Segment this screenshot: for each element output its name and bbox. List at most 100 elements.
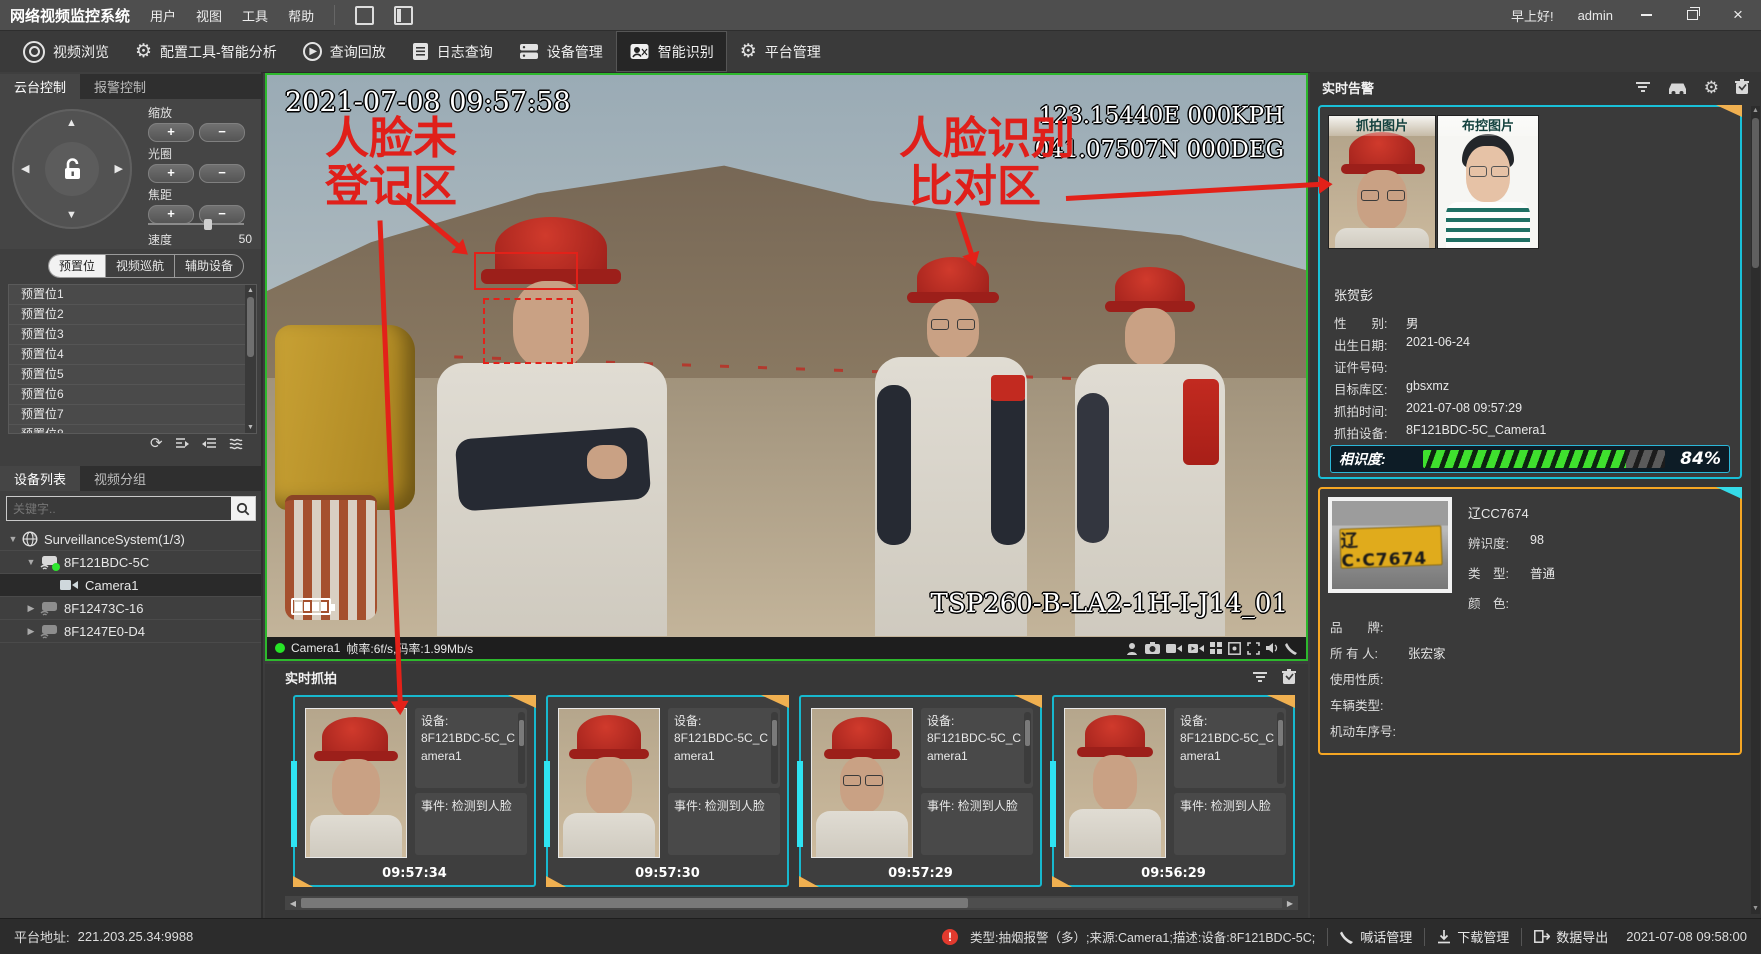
scroll-down-icon[interactable]: ▼ [245, 422, 256, 433]
collapse-icon[interactable]: ▼ [6, 534, 20, 544]
close-button[interactable]: × [1725, 5, 1751, 25]
ptz-left-icon[interactable]: ◀ [21, 162, 29, 175]
snapshot-card[interactable]: 设备: 8F121BDC-5C_Camera1 事件: 检测到人脸 09:57:… [799, 695, 1042, 887]
field-value: 2021-06-24 [1406, 335, 1470, 354]
nav-video-browse[interactable]: 视频浏览 [10, 31, 122, 72]
menu-tools[interactable]: 工具 [242, 6, 268, 25]
preset-item[interactable]: 预置位4 [9, 345, 256, 365]
data-export-button[interactable]: 数据导出 [1534, 927, 1608, 946]
nav-smart-recognition[interactable]: 智能识别 [616, 31, 727, 72]
search-icon[interactable] [231, 497, 255, 520]
clear-alerts-icon[interactable] [1735, 79, 1749, 95]
digital-zoom-icon[interactable] [1228, 642, 1241, 655]
tree-node-device-offline[interactable]: ▶ 8F12473C-16 [0, 597, 261, 620]
tab-ptz-control[interactable]: 云台控制 [0, 74, 80, 99]
preset-scrollbar[interactable]: ▲ ▼ [245, 285, 256, 433]
snapshot-card[interactable]: 设备: 8F121BDC-5C_Camera1 事件: 检测到人脸 09:56:… [1052, 695, 1295, 887]
info-scrollbar[interactable] [1277, 712, 1284, 784]
nav-device-manage[interactable]: 设备管理 [506, 31, 616, 72]
ptz-down-icon[interactable]: ▼ [66, 209, 77, 221]
ptz-up-icon[interactable]: ▲ [66, 117, 77, 129]
scroll-down-icon[interactable]: ▼ [1751, 904, 1760, 914]
instant-playback-icon[interactable] [1188, 643, 1204, 654]
expand-icon[interactable]: ▶ [24, 603, 38, 614]
tree-node-device-online[interactable]: ▼ 8F121BDC-5C [0, 551, 261, 574]
expand-icon[interactable]: ▶ [24, 626, 38, 637]
search-input[interactable] [7, 502, 231, 516]
tab-aux-device[interactable]: 辅助设备 [174, 255, 243, 277]
call-preset-icon[interactable] [175, 437, 190, 450]
audio-icon[interactable] [1266, 642, 1279, 654]
speed-slider[interactable] [148, 219, 244, 229]
set-preset-icon[interactable] [202, 437, 217, 450]
live-video-tile[interactable]: 2021-07-08 09:57:58 123.15440E 000KPH 04… [265, 73, 1308, 661]
nav-playback[interactable]: ▶ 查询回放 [290, 31, 399, 72]
iris-plus-button[interactable]: + [148, 164, 194, 183]
zoom-plus-button[interactable]: + [148, 123, 194, 142]
scroll-up-icon[interactable]: ▲ [1751, 106, 1760, 116]
vehicle-alert-card[interactable]: 辽C·C7674 辽CC7674 辨识度:98 类 型:普通 颜 色: 品 牌:… [1318, 487, 1742, 755]
scroll-left-icon[interactable]: ◀ [285, 899, 301, 908]
vehicle-alert-icon[interactable] [1667, 80, 1688, 95]
ptz-right-icon[interactable]: ▶ [115, 162, 123, 175]
split-view-icon[interactable] [1210, 642, 1222, 654]
nav-log-query[interactable]: 日志查询 [399, 31, 506, 72]
scroll-up-icon[interactable]: ▲ [245, 285, 256, 296]
broadcast-manage-button[interactable]: 喊话管理 [1340, 927, 1412, 946]
fit-window-icon[interactable] [1247, 642, 1260, 655]
tab-video-group[interactable]: 视频分组 [80, 466, 160, 491]
snapshot-icon[interactable] [1145, 642, 1160, 654]
download-manage-button[interactable]: 下载管理 [1437, 927, 1509, 946]
info-scrollbar[interactable] [771, 712, 778, 784]
tree-node-root[interactable]: ▼ SurveillanceSystem(1/3) [0, 528, 261, 551]
tab-device-list[interactable]: 设备列表 [0, 466, 80, 491]
menu-view[interactable]: 视图 [196, 6, 222, 25]
field-label: 目标库区: [1334, 379, 1406, 398]
preset-item[interactable]: 预置位5 [9, 365, 256, 385]
ptz-lock-button[interactable] [45, 142, 99, 196]
tree-node-device-offline[interactable]: ▶ 8F1247E0-D4 [0, 620, 261, 643]
split-layout-icon[interactable] [394, 6, 413, 25]
iris-minus-button[interactable]: − [199, 164, 245, 183]
slider-thumb[interactable] [204, 219, 212, 230]
snapshot-scrollbar[interactable]: ◀ ▶ [285, 896, 1298, 910]
collapse-icon[interactable]: ▼ [24, 557, 38, 567]
preset-item[interactable]: 预置位8 [9, 425, 256, 434]
zoom-minus-button[interactable]: − [199, 123, 245, 142]
clear-snapshots-icon[interactable] [1282, 669, 1296, 685]
filter-icon[interactable] [1252, 670, 1268, 684]
preset-item[interactable]: 预置位7 [9, 405, 256, 425]
alert-scrollbar[interactable]: ▲ ▼ [1751, 106, 1760, 914]
face-alert-card[interactable]: 抓拍图片 布控图片 张贺彭 性 别:男 出生日期:2021-06-24 证件号码… [1318, 105, 1742, 479]
snapshot-card[interactable]: 设备: 8F121BDC-5C_Camera1 事件: 检测到人脸 09:57:… [293, 695, 536, 887]
tab-alarm-control[interactable]: 报警控制 [80, 74, 160, 99]
alert-filter-icon[interactable] [1635, 80, 1651, 94]
nav-config-analysis[interactable]: ⚙ 配置工具-智能分析 [122, 31, 290, 72]
preset-item[interactable]: 预置位6 [9, 385, 256, 405]
snapshot-card[interactable]: 设备: 8F121BDC-5C_Camera1 事件: 检测到人脸 09:57:… [546, 695, 789, 887]
scroll-thumb[interactable] [301, 898, 968, 908]
scroll-right-icon[interactable]: ▶ [1282, 899, 1298, 908]
preset-item[interactable]: 预置位3 [9, 325, 256, 345]
menu-user[interactable]: 用户 [150, 6, 176, 25]
refresh-preset-icon[interactable]: ⟳ [150, 434, 163, 452]
ptz-pad[interactable]: ▲ ▼ ◀ ▶ [12, 109, 132, 229]
info-scrollbar[interactable] [1024, 712, 1031, 784]
tree-node-camera-selected[interactable]: Camera1 [0, 574, 261, 597]
menu-help[interactable]: 帮助 [288, 6, 314, 25]
single-layout-icon[interactable] [355, 6, 374, 25]
nav-platform-manage[interactable]: ⚙ 平台管理 [727, 31, 834, 72]
preset-item[interactable]: 预置位1 [9, 285, 256, 305]
minimize-button[interactable] [1633, 5, 1659, 25]
preset-more-icon[interactable] [229, 437, 245, 450]
talkback-icon[interactable] [1285, 642, 1298, 655]
person-capture-icon[interactable] [1126, 642, 1139, 655]
record-icon[interactable] [1166, 643, 1182, 654]
tab-presets[interactable]: 预置位 [49, 255, 105, 277]
alert-settings-icon[interactable]: ⚙ [1704, 79, 1719, 96]
tab-video-cruise[interactable]: 视频巡航 [105, 255, 174, 277]
restore-button[interactable] [1679, 5, 1705, 25]
info-scrollbar[interactable] [518, 712, 525, 784]
preset-item[interactable]: 预置位2 [9, 305, 256, 325]
preset-tab-group: 预置位 视频巡航 辅助设备 [48, 254, 244, 278]
